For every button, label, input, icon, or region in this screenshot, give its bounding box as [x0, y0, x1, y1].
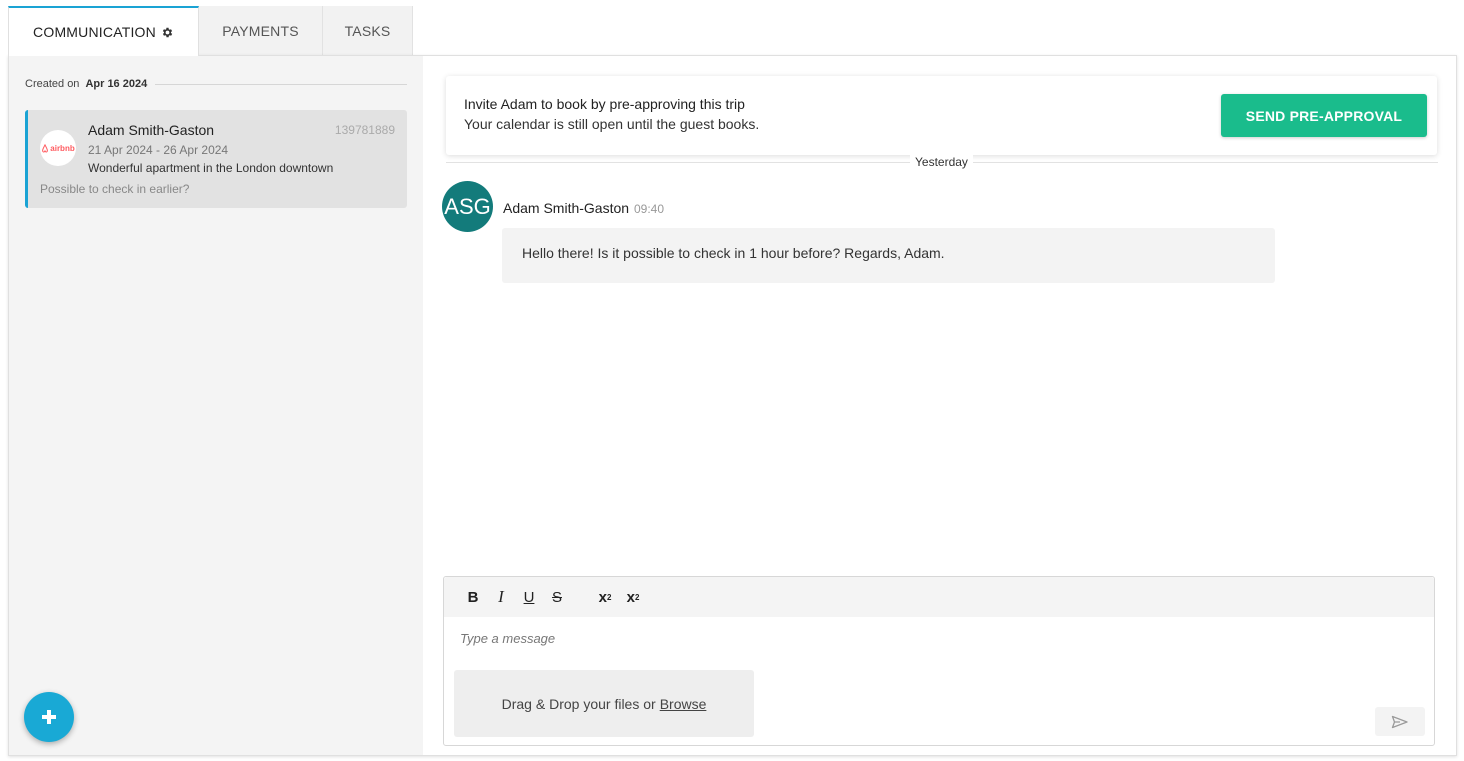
last-message-preview: Possible to check in earlier?	[40, 182, 190, 196]
conversation-card[interactable]: airbnb Adam Smith-Gaston 139781889 21 Ap…	[25, 110, 407, 208]
plus-icon	[42, 710, 56, 724]
pre-approval-banner: Invite Adam to book by pre-approving thi…	[446, 76, 1437, 155]
send-button[interactable]	[1375, 707, 1425, 736]
message-bubble: Hello there! Is it possible to check in …	[502, 228, 1275, 283]
airbnb-logo-icon: airbnb	[40, 130, 76, 166]
avatar: ASG	[442, 181, 493, 232]
message-time: 09:40	[634, 202, 665, 216]
tab-payments-label: PAYMENTS	[222, 22, 299, 39]
browse-link[interactable]: Browse	[660, 696, 707, 712]
created-on-row: Created on Apr 16 2024	[25, 78, 407, 90]
formatting-toolbar: B I U S x2 x2	[444, 577, 1434, 617]
reservation-id: 139781889	[334, 123, 395, 137]
superscript-base: x	[626, 588, 635, 606]
tab-communication-label: COMMUNICATION	[33, 24, 156, 40]
italic-button[interactable]: I	[487, 585, 515, 609]
created-on-date: Apr 16 2024	[85, 78, 148, 90]
underline-button[interactable]: U	[515, 585, 543, 609]
created-on-label: Created on	[25, 78, 80, 90]
subscript-base: x	[598, 588, 607, 606]
conversation-guest-name: Adam Smith-Gaston	[88, 122, 215, 138]
dropzone-text: Drag & Drop your files or	[501, 695, 656, 712]
airbnb-logo-text: airbnb	[50, 143, 75, 153]
bold-button[interactable]: B	[459, 585, 487, 609]
pre-approval-subtitle: Your calendar is still open until the gu…	[464, 116, 760, 132]
tab-bar: COMMUNICATION PAYMENTS TASKS	[8, 6, 413, 56]
tab-communication[interactable]: COMMUNICATION	[8, 6, 199, 56]
created-divider	[155, 83, 407, 85]
conversation-sidebar: Created on Apr 16 2024 airbnb Adam Smith…	[9, 56, 423, 755]
gear-icon[interactable]	[161, 26, 174, 39]
file-dropzone[interactable]: Drag & Drop your files or Browse	[454, 670, 754, 737]
send-pre-approval-button[interactable]: SEND PRE-APPROVAL	[1221, 94, 1427, 137]
message-composer: B I U S x2 x2 Type a message Drag & Drop…	[443, 576, 1435, 746]
message-input[interactable]: Type a message	[460, 631, 555, 646]
subscript-mark: 2	[606, 592, 612, 602]
message-thread: Invite Adam to book by pre-approving thi…	[423, 56, 1456, 755]
tab-tasks-label: TASKS	[344, 22, 391, 39]
superscript-button[interactable]: x2	[619, 585, 647, 609]
send-icon	[1391, 715, 1408, 728]
reservation-dates: 21 Apr 2024 - 26 Apr 2024	[88, 143, 229, 157]
tab-tasks[interactable]: TASKS	[323, 6, 413, 55]
message-sender-name: Adam Smith-Gaston	[503, 200, 630, 216]
superscript-mark: 2	[634, 592, 640, 602]
tab-payments[interactable]: PAYMENTS	[199, 6, 323, 55]
subscript-button[interactable]: x2	[591, 585, 619, 609]
day-divider-label: Yesterday	[910, 155, 973, 169]
add-conversation-button[interactable]	[24, 692, 74, 742]
pre-approval-title: Invite Adam to book by pre-approving thi…	[464, 96, 745, 112]
listing-name: Wonderful apartment in the London downto…	[88, 161, 334, 175]
communication-panel: Created on Apr 16 2024 airbnb Adam Smith…	[8, 55, 1457, 756]
strikethrough-button[interactable]: S	[543, 585, 571, 609]
